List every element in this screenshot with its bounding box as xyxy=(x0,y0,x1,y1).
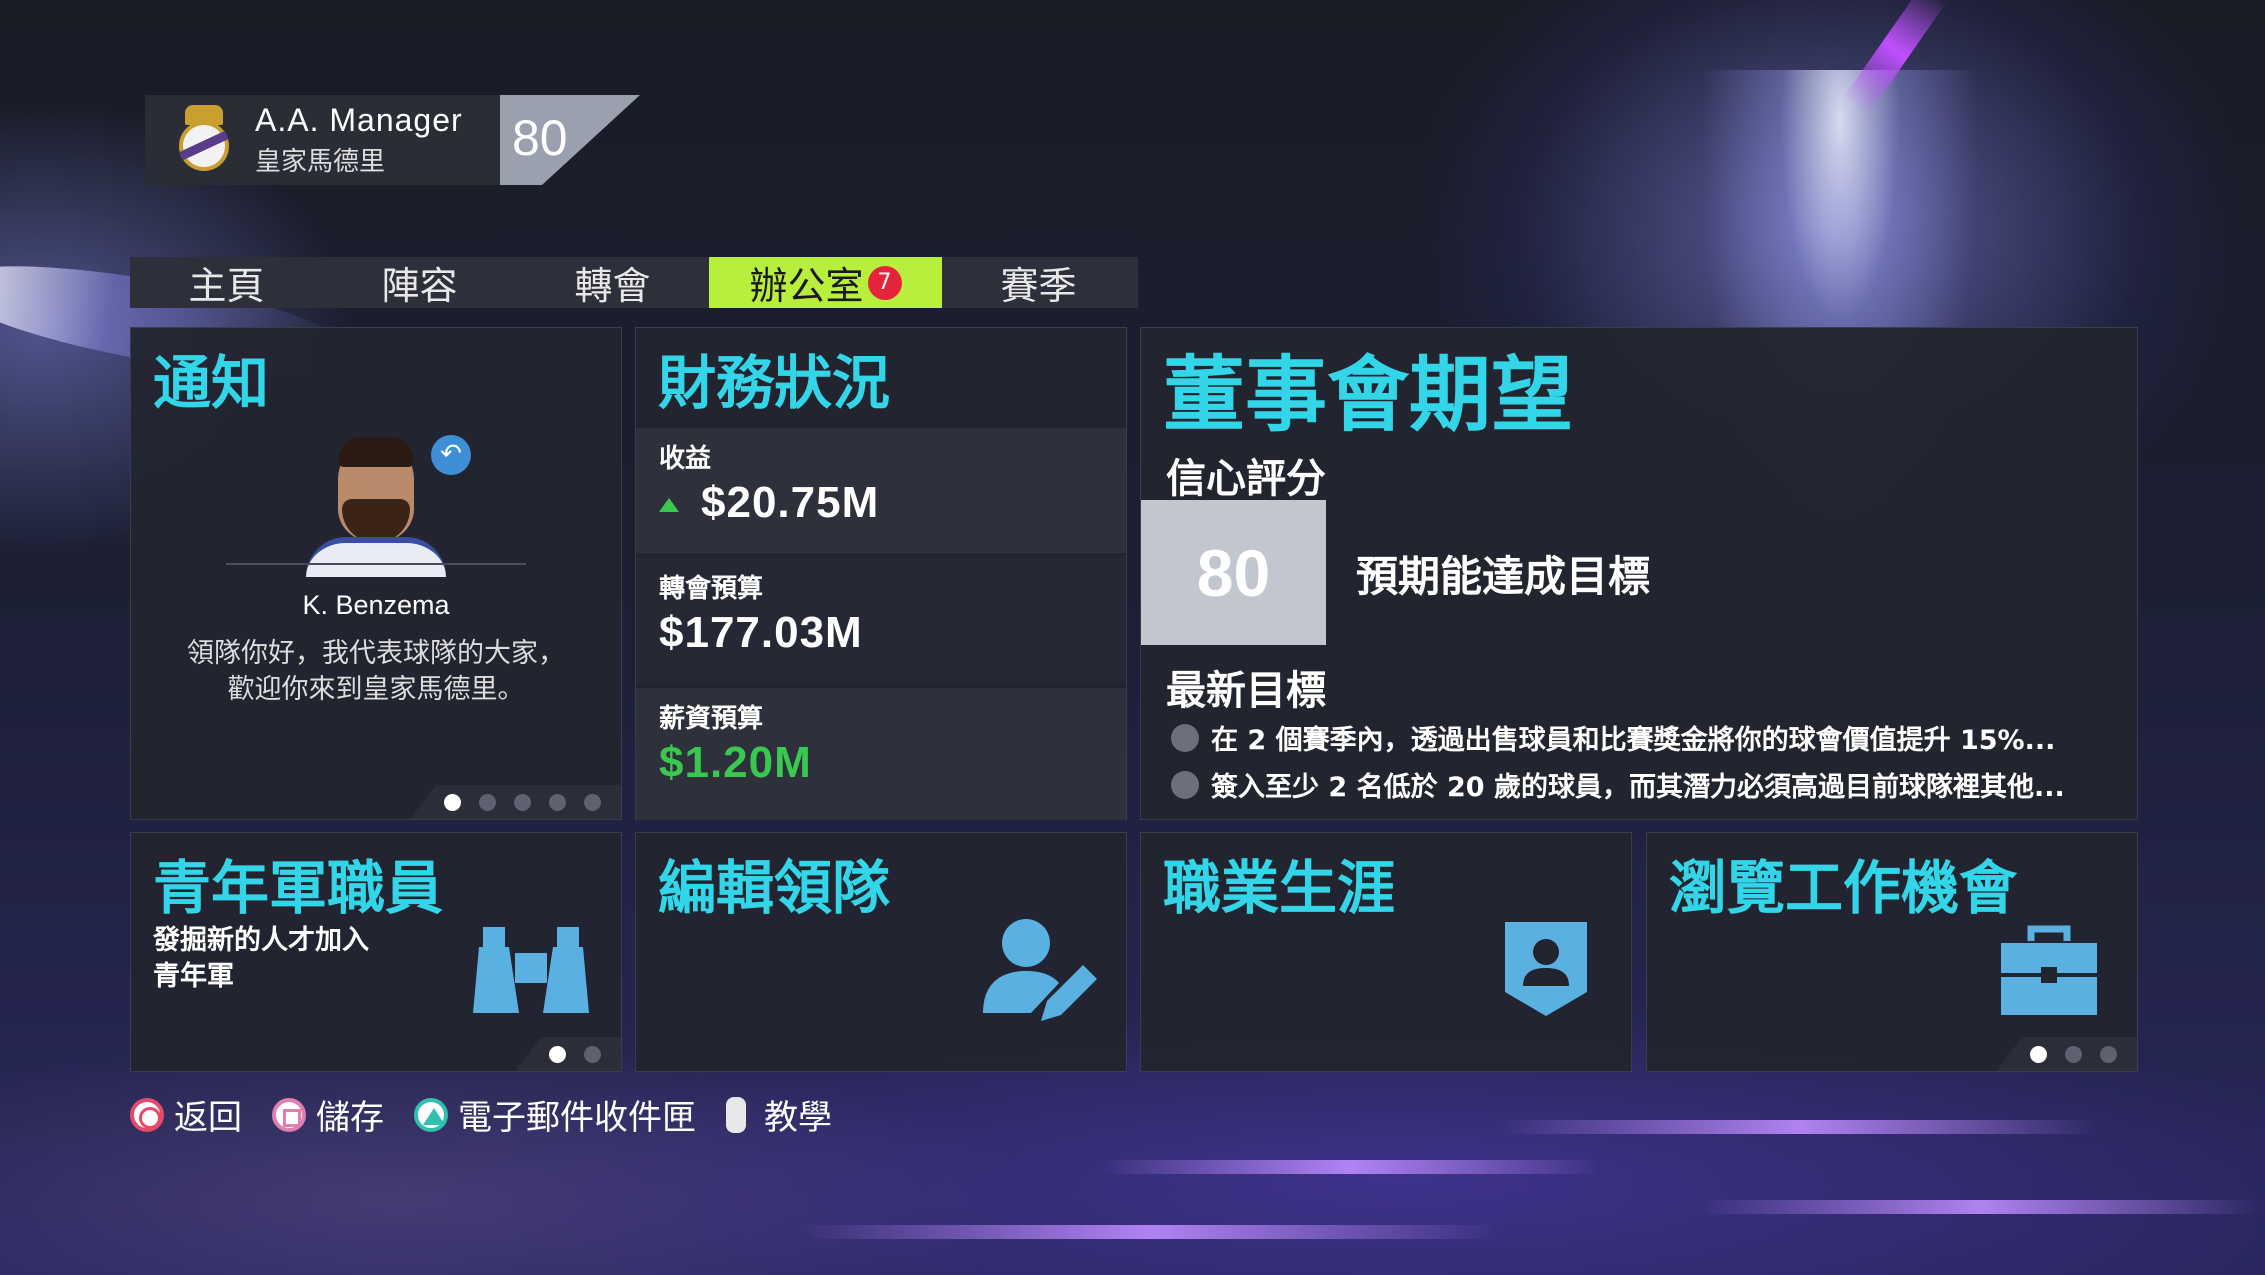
page-indicator xyxy=(410,785,621,819)
transfer-budget-value: $177.03M xyxy=(659,608,863,657)
job-opportunities-tile[interactable]: 瀏覽工作機會 xyxy=(1646,832,2138,1072)
panel-title: 財務狀況 xyxy=(658,349,891,417)
revenue-label: 收益 xyxy=(659,444,712,474)
page-dot xyxy=(584,793,601,811)
objective-item: 簽入至少 2 名低於 20 歲的球員，而其潛力必須高過目前球隊裡其他... xyxy=(1171,765,2065,804)
notification-message: 領隊你好，我代表球隊的大家， 歡迎你來到皇家馬德里。 xyxy=(187,638,565,705)
floor-light-streak xyxy=(800,1225,1500,1239)
touchpad-button-icon xyxy=(726,1096,746,1133)
tile-title: 編輯領隊 xyxy=(658,854,891,922)
tab-squad[interactable]: 陣容 xyxy=(323,257,516,308)
briefcase-icon xyxy=(2001,925,2097,1015)
profile-badge-icon xyxy=(1505,922,1587,1016)
inbox-prompt[interactable]: 電子郵件收件匣 xyxy=(414,1090,696,1139)
page-indicator xyxy=(1996,1037,2137,1071)
main-tabs: 主頁 陣容 轉會 辦公室 7 賽季 xyxy=(130,257,1138,308)
square-button-icon xyxy=(272,1097,306,1132)
tab-home[interactable]: 主頁 xyxy=(130,257,323,308)
back-prompt[interactable]: 返回 xyxy=(130,1090,242,1139)
objective-status-icon xyxy=(1171,723,1199,752)
panel-title: 通知 xyxy=(153,349,270,417)
revenue-value: $20.75M xyxy=(701,478,880,527)
objective-status-icon xyxy=(1171,770,1199,799)
confidence-text: 預期能達成目標 xyxy=(1356,552,1651,601)
page-dot xyxy=(479,793,496,811)
finance-panel[interactable]: 財務狀況 收益 $20.75M 轉會預算 $177.03M 薪資預算 $1.20… xyxy=(635,327,1127,820)
revenue-row: 收益 $20.75M xyxy=(636,428,1126,553)
light-streak xyxy=(1842,0,1948,116)
page-dot xyxy=(444,793,461,811)
page-dot xyxy=(2100,1045,2117,1063)
arrow-up-icon xyxy=(659,498,679,513)
page-indicator xyxy=(515,1037,621,1071)
edit-manager-tile[interactable]: 編輯領隊 xyxy=(635,832,1127,1072)
floor-light-streak xyxy=(1700,1200,2260,1214)
notification-badge: 7 xyxy=(867,265,902,300)
transfer-budget-row: 轉會預算 $177.03M xyxy=(636,558,1126,683)
objectives-label: 最新目標 xyxy=(1166,668,1326,714)
objective-item: 在 2 個賽季內，透過出售球員和比賽獎金將你的球會價值提升 15%... xyxy=(1171,718,2055,757)
floor-light-streak xyxy=(1100,1160,1600,1174)
tile-title: 瀏覽工作機會 xyxy=(1669,854,2018,922)
board-expectations-panel[interactable]: 董事會期望 信心評分 80 預期能達成目標 最新目標 在 2 個賽季內，透過出售… xyxy=(1140,327,2138,820)
circle-button-icon xyxy=(130,1097,164,1132)
tab-season[interactable]: 賽季 xyxy=(942,257,1135,308)
notifications-panel[interactable]: 通知 ↶ K. Benzema 領隊你好，我代表球隊的大家， 歡迎你來到皇家馬德… xyxy=(130,327,622,820)
wage-budget-value: $1.20M xyxy=(659,738,812,787)
wage-budget-row: 薪資預算 $1.20M xyxy=(636,688,1126,820)
page-dot xyxy=(2030,1045,2047,1063)
panel-title: 董事會期望 xyxy=(1163,348,1574,443)
reply-icon: ↶ xyxy=(431,435,471,475)
club-crest-icon xyxy=(171,105,237,175)
tab-transfers[interactable]: 轉會 xyxy=(516,257,709,308)
page-dot xyxy=(514,793,531,811)
floor-light-streak xyxy=(1500,1120,2100,1134)
tile-title: 青年軍職員 xyxy=(153,854,444,922)
tutorial-prompt[interactable]: 教學 xyxy=(726,1090,832,1139)
button-prompts: 返回 儲存 電子郵件收件匣 教學 xyxy=(130,1090,862,1139)
career-tile[interactable]: 職業生涯 xyxy=(1140,832,1632,1072)
confidence-score: 80 xyxy=(1141,500,1326,645)
wage-budget-label: 薪資預算 xyxy=(659,704,764,734)
edit-user-icon xyxy=(983,919,1097,1021)
confidence-label: 信心評分 xyxy=(1166,456,1326,502)
transfer-budget-label: 轉會預算 xyxy=(659,574,764,604)
manager-rating: 80 xyxy=(500,95,640,185)
page-dot xyxy=(584,1045,601,1063)
triangle-button-icon xyxy=(414,1097,448,1132)
manager-name: A.A. Manager xyxy=(255,102,463,138)
page-dot xyxy=(2065,1045,2082,1063)
player-name: K. Benzema xyxy=(302,590,450,620)
manager-profile: A.A. Manager 皇家馬德里 xyxy=(145,95,505,185)
binoculars-icon xyxy=(473,927,589,1013)
club-name: 皇家馬德里 xyxy=(255,147,386,177)
tile-subtitle: 發掘新的人才加入 青年軍 xyxy=(153,925,369,992)
tile-title: 職業生涯 xyxy=(1163,854,1396,922)
save-prompt[interactable]: 儲存 xyxy=(272,1090,384,1139)
youth-staff-tile[interactable]: 青年軍職員 發掘新的人才加入 青年軍 xyxy=(130,832,622,1072)
player-portrait xyxy=(306,433,446,577)
page-dot xyxy=(549,1045,566,1063)
page-dot xyxy=(549,793,566,811)
tab-office[interactable]: 辦公室 7 xyxy=(709,257,942,308)
divider xyxy=(226,563,526,565)
